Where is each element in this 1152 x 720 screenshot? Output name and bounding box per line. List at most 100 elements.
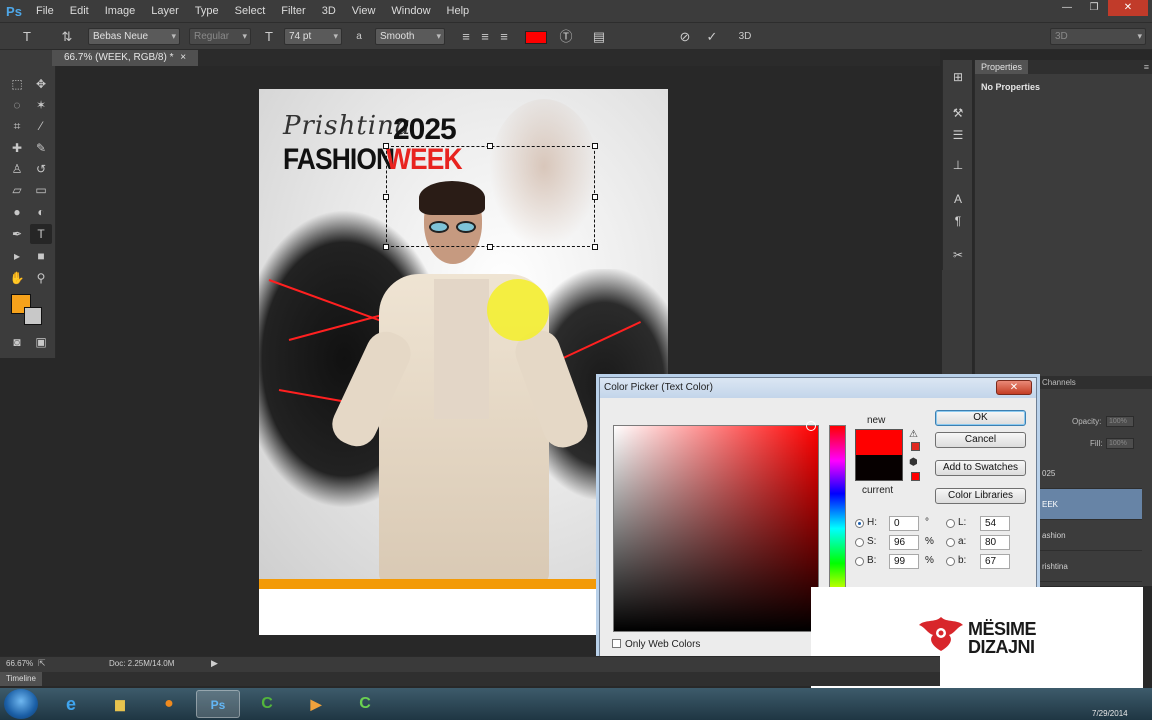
screen-mode-icon[interactable]: ▣ xyxy=(30,332,52,352)
zoom-tool-icon[interactable]: ⚲ xyxy=(30,268,52,288)
healing-brush-icon[interactable]: ✚ xyxy=(6,138,28,158)
3d-text-icon[interactable]: 3D xyxy=(733,27,757,46)
gamut-warning-icon[interactable]: ⚠ xyxy=(909,429,921,440)
color-field-cursor[interactable] xyxy=(806,421,816,431)
folder-icon[interactable]: ▆ xyxy=(98,690,142,718)
transform-handle[interactable] xyxy=(592,194,598,200)
history-brush-icon[interactable]: ↺ xyxy=(30,159,52,179)
opacity-field[interactable]: 100% xyxy=(1106,416,1134,427)
type-tool-icon[interactable]: T xyxy=(18,27,36,46)
transform-handle[interactable] xyxy=(487,143,493,149)
warp-text-icon[interactable]: Ⓣ xyxy=(557,27,575,46)
menu-view[interactable]: View xyxy=(344,0,384,22)
styles-panel-icon[interactable]: ⊥ xyxy=(948,156,968,174)
saturation-radio[interactable] xyxy=(855,538,864,547)
adjustments-panel-icon[interactable]: ☰ xyxy=(948,126,968,144)
history-panel-icon[interactable]: ⊞ xyxy=(948,68,968,86)
minimize-button[interactable]: — xyxy=(1054,0,1080,16)
font-size-select[interactable]: 74 pt xyxy=(284,28,342,45)
timeline-tab[interactable]: Timeline xyxy=(0,672,42,686)
tool-presets-icon[interactable]: ✂ xyxy=(948,246,968,264)
channels-tab[interactable]: Channels xyxy=(1038,376,1152,389)
dialog-titlebar[interactable]: Color Picker (Text Color) ✕ xyxy=(600,378,1036,398)
lab-b-radio[interactable] xyxy=(946,557,955,566)
move-tool-icon[interactable]: ✥ xyxy=(30,74,52,94)
panel-menu-icon[interactable]: ≡ xyxy=(1144,60,1149,74)
text-color-swatch[interactable] xyxy=(525,31,547,44)
transform-handle[interactable] xyxy=(383,194,389,200)
brightness-input[interactable]: 99 xyxy=(889,554,919,569)
layer-row[interactable]: ashion xyxy=(1038,520,1142,551)
text-bounding-box[interactable] xyxy=(383,143,598,250)
transform-handle[interactable] xyxy=(383,143,389,149)
background-color-swatch[interactable] xyxy=(24,307,42,325)
align-right-icon[interactable]: ≡ xyxy=(495,27,513,46)
lightness-radio[interactable] xyxy=(946,519,955,528)
lab-a-radio[interactable] xyxy=(946,538,955,547)
hand-tool-icon[interactable]: ✋ xyxy=(6,268,28,288)
photoshop-taskbar-button[interactable]: Ps xyxy=(196,690,240,718)
export-icon[interactable]: ⇱ xyxy=(38,658,46,669)
menu-file[interactable]: File xyxy=(28,0,62,22)
dialog-close-button[interactable]: ✕ xyxy=(996,380,1032,395)
menu-edit[interactable]: Edit xyxy=(62,0,97,22)
menu-window[interactable]: Window xyxy=(383,0,438,22)
lab-b-input[interactable]: 67 xyxy=(980,554,1010,569)
align-center-icon[interactable]: ≡ xyxy=(476,27,494,46)
saturation-input[interactable]: 96 xyxy=(889,535,919,550)
tab-close-icon[interactable]: × xyxy=(180,52,186,63)
lightness-input[interactable]: 54 xyxy=(980,516,1010,531)
align-left-icon[interactable]: ≡ xyxy=(457,27,475,46)
commit-edit-icon[interactable]: ✓ xyxy=(703,27,721,46)
menu-select[interactable]: Select xyxy=(227,0,274,22)
only-web-colors-checkbox[interactable]: Only Web Colors xyxy=(612,639,700,650)
add-to-swatches-button[interactable]: Add to Swatches xyxy=(935,460,1026,476)
color-libraries-button[interactable]: Color Libraries xyxy=(935,488,1026,504)
layer-row[interactable]: 025 xyxy=(1038,458,1142,489)
brush-tool-icon[interactable]: ✎ xyxy=(30,138,52,158)
character-panel-icon[interactable]: ▤ xyxy=(590,27,608,46)
quick-mask-icon[interactable]: ◙ xyxy=(6,332,28,352)
close-button[interactable]: ✕ xyxy=(1108,0,1148,16)
hue-input[interactable]: 0 xyxy=(889,516,919,531)
dodge-tool-icon[interactable]: ◐ xyxy=(30,202,52,222)
cancel-button[interactable]: Cancel xyxy=(935,432,1026,448)
text-orientation-icon[interactable]: ⇅ xyxy=(58,27,76,46)
gamut-color-swatch[interactable] xyxy=(911,442,920,451)
transform-handle[interactable] xyxy=(592,143,598,149)
internet-explorer-icon[interactable]: e xyxy=(49,690,93,718)
font-family-select[interactable]: Bebas Neue xyxy=(88,28,180,45)
layer-row[interactable]: rishtina xyxy=(1038,551,1142,582)
lasso-tool-icon[interactable]: ◌ xyxy=(6,95,28,115)
document-tab[interactable]: 66.7% (WEEK, RGB/8) * × xyxy=(52,50,199,66)
camtasia-icon[interactable]: C xyxy=(245,690,289,718)
firefox-icon[interactable]: ● xyxy=(147,690,191,718)
crop-tool-icon[interactable]: ⌗ xyxy=(6,116,28,136)
media-player-icon[interactable]: ▶ xyxy=(294,690,338,718)
menu-3d[interactable]: 3D xyxy=(314,0,344,22)
lab-a-input[interactable]: 80 xyxy=(980,535,1010,550)
checkbox-box[interactable] xyxy=(612,639,621,648)
transform-handle[interactable] xyxy=(592,244,598,250)
camtasia-recorder-icon[interactable]: C xyxy=(343,690,387,718)
blur-tool-icon[interactable]: ● xyxy=(6,202,28,222)
fill-field[interactable]: 100% xyxy=(1106,438,1134,449)
web-safe-icon[interactable]: ⬢ xyxy=(909,457,918,468)
rectangle-tool-icon[interactable]: ■ xyxy=(30,246,52,266)
ok-button[interactable]: OK xyxy=(935,410,1026,426)
marquee-tool-icon[interactable]: ⬚ xyxy=(6,74,28,94)
font-style-select[interactable]: Regular xyxy=(189,28,251,45)
layer-row-selected[interactable]: EEK xyxy=(1038,489,1142,520)
path-select-icon[interactable]: ▸ xyxy=(6,246,28,266)
zoom-level[interactable]: 66.67% xyxy=(6,659,33,668)
transform-handle[interactable] xyxy=(383,244,389,250)
properties-tab[interactable]: Properties xyxy=(975,60,1029,74)
magic-wand-icon[interactable]: ✶ xyxy=(30,95,52,115)
current-color-swatch[interactable] xyxy=(855,455,903,481)
transform-handle[interactable] xyxy=(487,244,493,250)
menu-help[interactable]: Help xyxy=(439,0,478,22)
web-safe-color-swatch[interactable] xyxy=(911,472,920,481)
saturation-brightness-field[interactable] xyxy=(613,421,819,632)
menu-layer[interactable]: Layer xyxy=(143,0,187,22)
workspace-select[interactable]: 3D xyxy=(1050,28,1146,45)
